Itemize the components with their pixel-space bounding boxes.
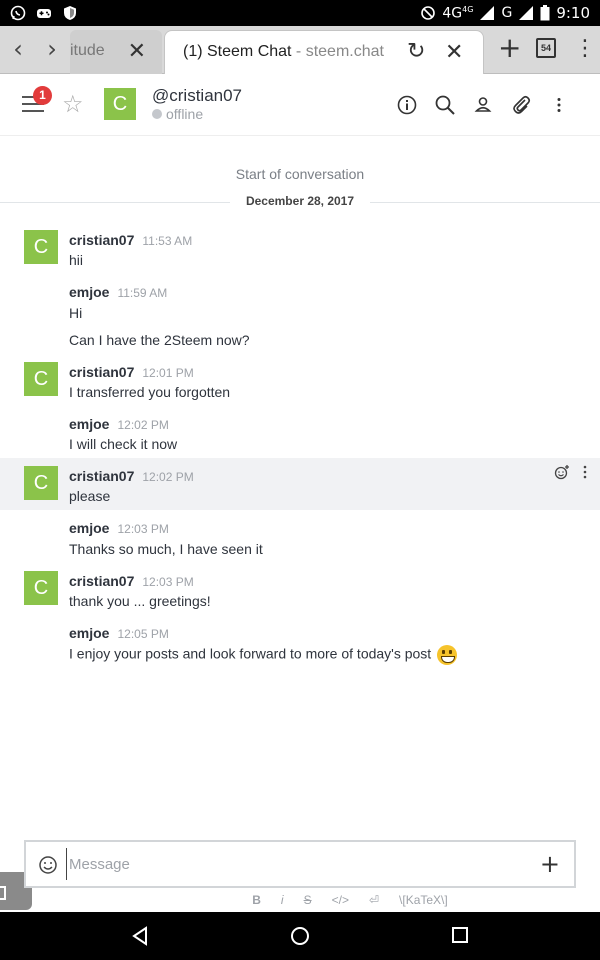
kebab-icon[interactable] [548, 94, 570, 116]
info-icon[interactable] [396, 94, 418, 116]
message-item[interactable]: emjoe 12:05 PM I enjoy your posts and loo… [0, 619, 600, 671]
tab-active-title: (1) Steem Chat - steem.chat [183, 43, 384, 60]
message-body: Hi [69, 305, 83, 321]
android-status-bar: 4G4G G 9:10 [0, 0, 600, 26]
star-icon[interactable]: ☆ [62, 90, 84, 118]
message-item[interactable]: emjoe 12:03 PM Thanks so much, I have see… [0, 514, 600, 562]
close-icon[interactable]: ✕ [445, 39, 463, 65]
back-icon[interactable]: ‹ [6, 36, 30, 64]
message-menu-icon[interactable] [582, 464, 588, 480]
message-time: 12:02 PM [117, 418, 169, 432]
message-body: thank you ... greetings! [69, 593, 211, 609]
message-item[interactable]: C cristian07 11:53 AM hii [0, 226, 600, 276]
close-icon[interactable]: ✕ [128, 38, 146, 64]
status-dot-icon [152, 109, 162, 119]
avatar[interactable]: C [24, 230, 58, 264]
tab-count-button[interactable]: 54 [536, 38, 556, 58]
message-time: 11:53 AM [142, 234, 193, 248]
clock: 9:10 [556, 4, 590, 22]
message-actions [554, 464, 588, 480]
reload-icon[interactable]: ↻ [407, 39, 425, 64]
message-time: 12:02 PM [142, 470, 194, 484]
strike-button[interactable]: S [304, 893, 312, 911]
emoji-picker-icon[interactable] [38, 855, 58, 875]
message-author[interactable]: emjoe 12:03 PM [69, 520, 169, 536]
room-avatar: C [104, 88, 136, 120]
multiline-button[interactable]: ⏎ [369, 893, 379, 911]
tab-inactive[interactable]: itude ✕ [70, 30, 162, 74]
message-item[interactable]: C cristian07 12:01 PM I transferred you f… [0, 358, 600, 408]
message-body: Thanks so much, I have seen it [69, 541, 263, 557]
recent-apps-icon[interactable] [451, 926, 469, 944]
home-circle-icon[interactable] [290, 926, 310, 946]
message-author[interactable]: emjoe 12:02 PM [69, 416, 169, 432]
start-of-conversation-label: Start of conversation [235, 166, 365, 182]
shield-icon [64, 6, 76, 20]
message-body: please [69, 488, 111, 504]
tab-inactive-title: itude [70, 42, 105, 59]
signal-icon [480, 6, 495, 20]
message-author[interactable]: cristian07 12:03 PM [69, 573, 194, 589]
plus-icon[interactable]: + [540, 850, 560, 878]
message-time: 12:05 PM [117, 627, 169, 641]
message-author[interactable]: emjoe 11:59 AM [69, 284, 167, 300]
user-icon[interactable] [472, 94, 494, 116]
grinning-emoji-icon [437, 645, 458, 665]
room-status: offline [152, 106, 203, 122]
message-author[interactable]: cristian07 12:02 PM [69, 468, 194, 484]
italic-button[interactable]: i [281, 893, 284, 911]
search-icon[interactable] [434, 94, 456, 116]
date-divider: December 28, 2017 [0, 193, 600, 213]
android-navigation-bar [0, 912, 600, 960]
notification-badge: 1 [33, 86, 52, 105]
new-tab-icon[interactable]: + [498, 34, 521, 62]
message-item[interactable]: C cristian07 12:02 PM please [0, 458, 600, 510]
message-input[interactable] [66, 848, 536, 880]
message-body: I enjoy your posts and look forward to m… [69, 645, 458, 665]
message-time: 12:01 PM [142, 366, 194, 380]
message-item[interactable]: C cristian07 12:03 PM thank you ... greet… [0, 567, 600, 617]
gamepad-icon [37, 9, 51, 18]
message-time: 11:59 AM [117, 286, 168, 300]
avatar[interactable]: C [24, 571, 58, 605]
message-item[interactable]: emjoe 12:02 PM I will check it now [0, 410, 600, 458]
room-status-label: offline [166, 106, 204, 122]
mute-icon [421, 6, 436, 20]
format-toolbar: B i S </> ⏎ \[KaTeX\] [0, 893, 600, 911]
message-author[interactable]: emjoe 12:05 PM [69, 625, 169, 641]
message-body: I transferred you forgotten [69, 384, 231, 400]
katex-button[interactable]: \[KaTeX\] [399, 893, 448, 911]
message-time: 12:03 PM [117, 522, 169, 536]
message-body: Can I have the 2Steem now? [69, 332, 250, 348]
add-reaction-icon[interactable] [554, 464, 570, 480]
battery-icon [540, 5, 550, 21]
message-item[interactable]: emjoe 11:59 AM Hi Can I have the 2Steem n… [0, 278, 600, 352]
carrier-signal-label: G [501, 5, 513, 21]
message-body: hii [69, 252, 84, 268]
whatsapp-icon [10, 5, 26, 21]
room-name[interactable]: @cristian07 [152, 86, 242, 106]
date-label: December 28, 2017 [245, 194, 355, 208]
tab-active[interactable]: (1) Steem Chat - steem.chat ↻ ✕ [164, 30, 484, 75]
network-type-label: 4G4G [442, 4, 474, 22]
message-time: 12:03 PM [142, 575, 194, 589]
message-author[interactable]: cristian07 12:01 PM [69, 364, 194, 380]
message-body: I will check it now [69, 436, 178, 452]
browser-menu-icon[interactable]: ⋮ [574, 36, 596, 61]
paperclip-icon[interactable] [510, 94, 532, 116]
avatar[interactable]: C [24, 466, 58, 500]
avatar[interactable]: C [24, 362, 58, 396]
back-triangle-icon[interactable] [130, 926, 150, 946]
forward-icon[interactable]: › [40, 36, 64, 64]
message-author[interactable]: cristian07 11:53 AM [69, 232, 192, 248]
chat-header: 1 ☆ C @cristian07 offline [0, 74, 600, 136]
message-composer: + [24, 840, 576, 888]
browser-tab-strip: ‹ › itude ✕ (1) Steem Chat - steem.chat … [0, 26, 600, 75]
bold-button[interactable]: B [252, 893, 261, 911]
signal-icon [519, 6, 534, 20]
code-button[interactable]: </> [332, 893, 349, 911]
